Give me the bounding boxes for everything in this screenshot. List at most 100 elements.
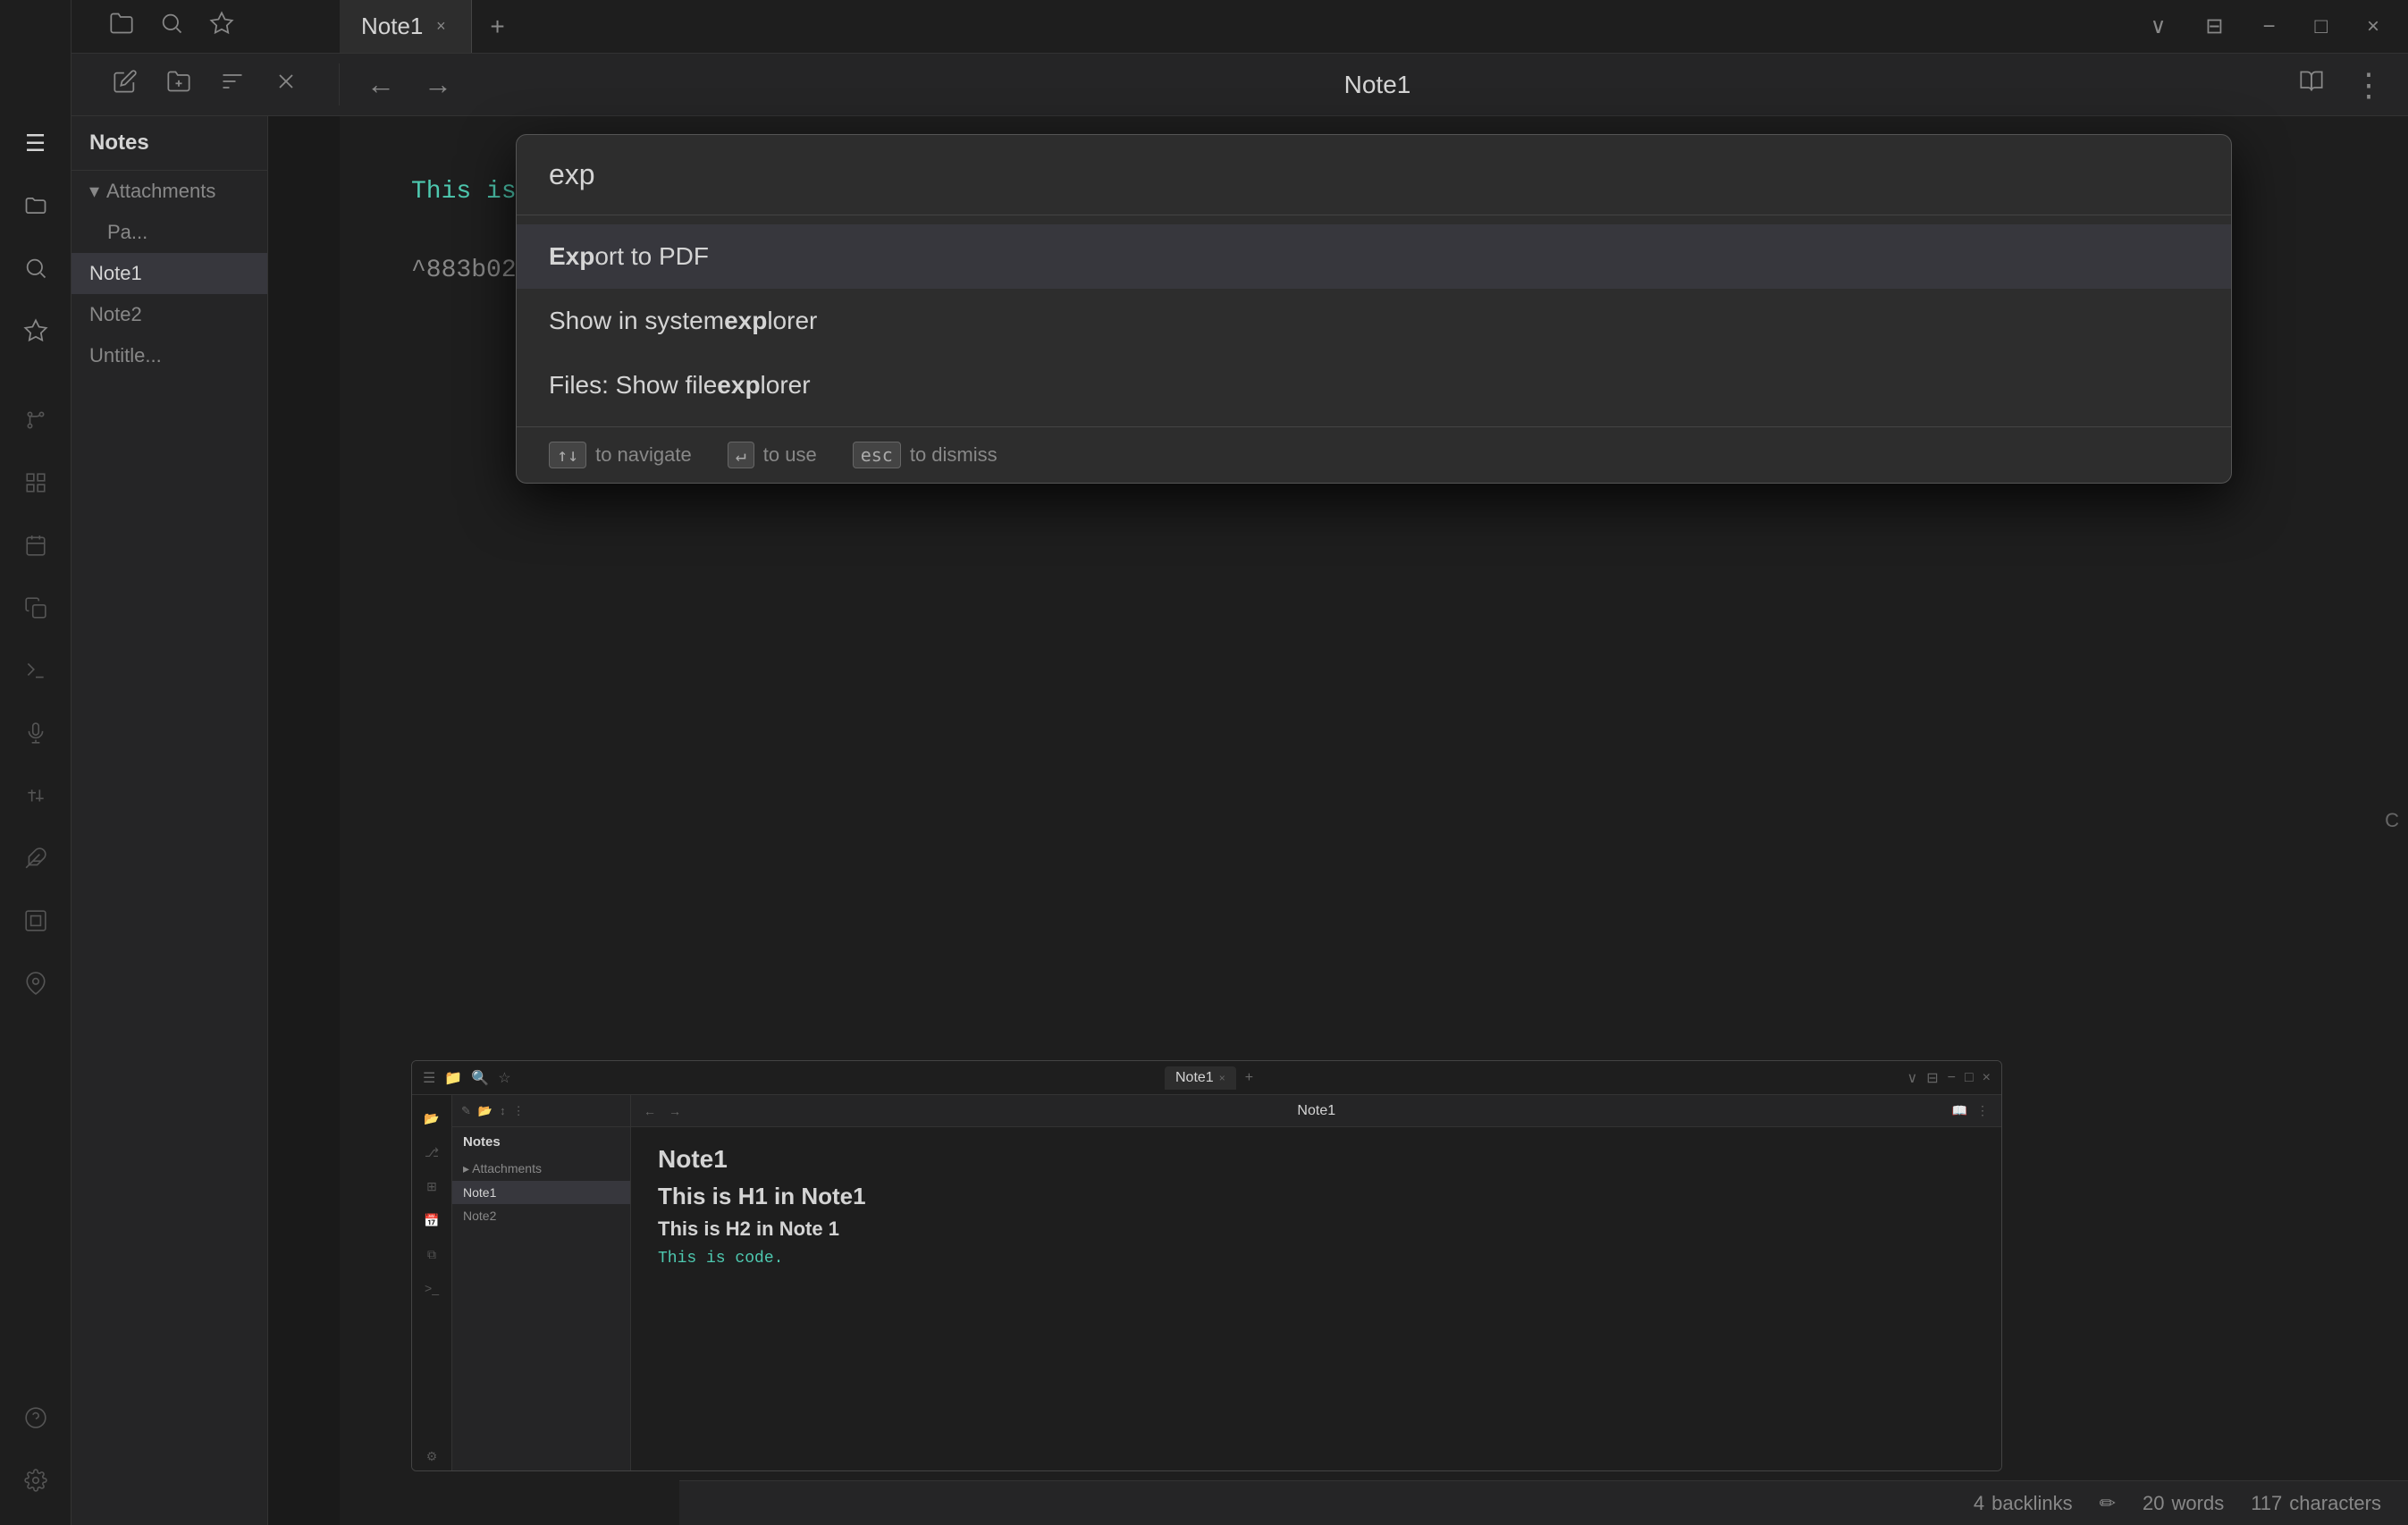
- embedded-screenshot: ☰ 📁 🔍 ☆ Note1 × + ∨ ⊟ − □ × 📂 ⎇ ⊞ 📅: [411, 1060, 2002, 1471]
- chars-status: 117 characters: [2251, 1492, 2381, 1515]
- embed-new-tab: +: [1245, 1070, 1253, 1086]
- embed-main-area: ← → Note1 📖 ⋮ Note1 This is H1 in Note1 …: [631, 1095, 2001, 1470]
- tab-note1[interactable]: Note1 ×: [340, 0, 472, 53]
- words-count: 20: [2143, 1492, 2164, 1515]
- command-result-file-explorer[interactable]: Files: Show file explorer: [517, 353, 2231, 417]
- embed-split-icon: ⊟: [1926, 1069, 1938, 1087]
- edit-status: ✏: [2100, 1492, 2116, 1515]
- embed-toolbar: ← → Note1 📖 ⋮: [631, 1095, 2001, 1127]
- embed-h2: This is H2 in Note 1: [658, 1217, 1974, 1241]
- new-folder-toolbar-icon[interactable]: [161, 63, 197, 105]
- embed-nav-forward: →: [669, 1104, 681, 1118]
- sort-toolbar-icon[interactable]: [215, 63, 250, 105]
- embed-note-content: Note1 This is H1 in Note1 This is H2 in …: [631, 1127, 2001, 1470]
- embed-titlebar: ☰ 📁 🔍 ☆ Note1 × + ∨ ⊟ − □ ×: [412, 1061, 2001, 1095]
- puzzle-icon[interactable]: [9, 831, 63, 885]
- use-key: ↵: [728, 442, 754, 468]
- command-footer: ↑↓ to navigate ↵ to use esc to dismiss: [517, 426, 2231, 483]
- toolbar-nav: ← →: [340, 63, 479, 106]
- split-view-icon[interactable]: ⊟: [2194, 8, 2234, 45]
- use-hint: ↵ to use: [728, 442, 817, 468]
- result-prefix-show: Show in system: [549, 307, 724, 335]
- embed-chevron-icon: ∨: [1907, 1069, 1918, 1087]
- maximize-button[interactable]: □: [2303, 9, 2338, 45]
- result-bold-exp3: exp: [717, 371, 760, 400]
- chars-count: 117: [2251, 1492, 2282, 1515]
- file-item-untitled[interactable]: Untitle...: [72, 335, 267, 376]
- copy-icon[interactable]: [9, 581, 63, 635]
- dismiss-label: to dismiss: [910, 443, 998, 467]
- chevron-down-icon[interactable]: ∨: [2140, 8, 2177, 45]
- embed-attachments-group: ▸ Attachments: [452, 1157, 630, 1181]
- scroll-indicator: C: [2385, 809, 2399, 832]
- embed-star-icon: ☆: [498, 1069, 510, 1087]
- sidebar: ☰: [0, 0, 72, 1525]
- result-suffix-pdf: ort to PDF: [594, 242, 709, 271]
- backlinks-status[interactable]: 4 backlinks: [1974, 1492, 2073, 1515]
- embed-body: 📂 ⎇ ⊞ 📅 ⧉ >_ ⚙ ✎ 📂 ↕ ⋮ Notes ▸ Attachmen…: [412, 1095, 2001, 1470]
- attachments-expand-icon: ▾: [89, 180, 99, 203]
- grid-icon[interactable]: [9, 456, 63, 510]
- git-branch-icon[interactable]: [9, 393, 63, 447]
- embed-more-icon2: ⋮: [1976, 1103, 1989, 1118]
- calendar-icon[interactable]: [9, 518, 63, 572]
- close-button[interactable]: ×: [2356, 9, 2390, 45]
- search-top-icon[interactable]: [154, 5, 189, 47]
- file-item-note1[interactable]: Note1: [72, 253, 267, 294]
- command-result-export-pdf[interactable]: Export to PDF: [517, 224, 2231, 289]
- file-item-note2[interactable]: Note2: [72, 294, 267, 335]
- numbers-icon[interactable]: [9, 769, 63, 822]
- tab-label: Note1: [361, 13, 423, 40]
- star-icon[interactable]: [9, 304, 63, 358]
- embed-code-line: This is code.: [658, 1250, 783, 1268]
- embed-file-header: Notes: [452, 1127, 630, 1157]
- map-pin-icon[interactable]: [9, 956, 63, 1010]
- embed-close-icon: ×: [1983, 1070, 1991, 1086]
- folder-icon[interactable]: [9, 179, 63, 232]
- command-input-row[interactable]: [517, 135, 2231, 215]
- embed-new-note-icon: ✎: [461, 1104, 471, 1118]
- new-tab-button[interactable]: +: [472, 13, 522, 41]
- embed-sort-icon: ↕: [500, 1104, 506, 1117]
- embed-sidebar: 📂 ⎇ ⊞ 📅 ⧉ >_ ⚙: [412, 1095, 452, 1470]
- embed-note2-item: Note2: [452, 1204, 630, 1227]
- dismiss-key: esc: [853, 442, 901, 468]
- close-panel-toolbar-icon[interactable]: [268, 63, 304, 105]
- embed-right-icons: 📖 ⋮: [1952, 1103, 1989, 1118]
- nav-forward-button[interactable]: →: [418, 63, 458, 106]
- nav-back-button[interactable]: ←: [361, 63, 400, 106]
- embed-tab-note1: Note1 ×: [1165, 1066, 1236, 1090]
- command-palette-input[interactable]: [549, 158, 2199, 191]
- search-icon[interactable]: [9, 241, 63, 295]
- bookmark-icon[interactable]: [204, 5, 240, 47]
- sidebar-toggle-icon[interactable]: ☰: [9, 116, 63, 170]
- embed-sb-term-icon: >_: [417, 1274, 446, 1302]
- command-results: Export to PDF Show in system explorer Fi…: [517, 215, 2231, 426]
- attachments-group[interactable]: ▾ Attachments: [72, 171, 267, 212]
- file-item-pa[interactable]: Pa...: [72, 212, 267, 253]
- use-label: to use: [763, 443, 817, 467]
- embed-more-icon: ⋮: [513, 1104, 525, 1118]
- frame-icon[interactable]: [9, 894, 63, 948]
- command-result-system-explorer[interactable]: Show in system explorer: [517, 289, 2231, 353]
- reading-view-icon[interactable]: [2294, 63, 2329, 105]
- minimize-button[interactable]: −: [2252, 9, 2286, 45]
- tab-bar: Note1 × +: [340, 0, 2122, 53]
- dismiss-hint: esc to dismiss: [853, 442, 998, 468]
- terminal-icon[interactable]: [9, 644, 63, 697]
- embed-maximize-icon: □: [1965, 1070, 1974, 1086]
- settings-icon[interactable]: [9, 1453, 63, 1507]
- embed-sb-git-icon: ⎇: [417, 1138, 446, 1167]
- folder-open-icon[interactable]: [104, 5, 139, 47]
- mic-icon[interactable]: [9, 706, 63, 760]
- toolbar-note-title: Note1: [479, 71, 2276, 99]
- embed-new-folder-icon: 📂: [478, 1104, 493, 1118]
- embed-nav-back: ←: [644, 1104, 656, 1118]
- new-note-toolbar-icon[interactable]: [107, 63, 143, 105]
- help-icon[interactable]: [9, 1391, 63, 1445]
- command-palette-panel: Export to PDF Show in system explorer Fi…: [516, 134, 2232, 484]
- embed-sb-grid-icon: ⊞: [417, 1172, 446, 1201]
- more-options-icon[interactable]: ⋮: [2347, 61, 2390, 109]
- embed-file-toolbar: ✎ 📂 ↕ ⋮: [452, 1095, 630, 1127]
- tab-close-button[interactable]: ×: [432, 18, 450, 36]
